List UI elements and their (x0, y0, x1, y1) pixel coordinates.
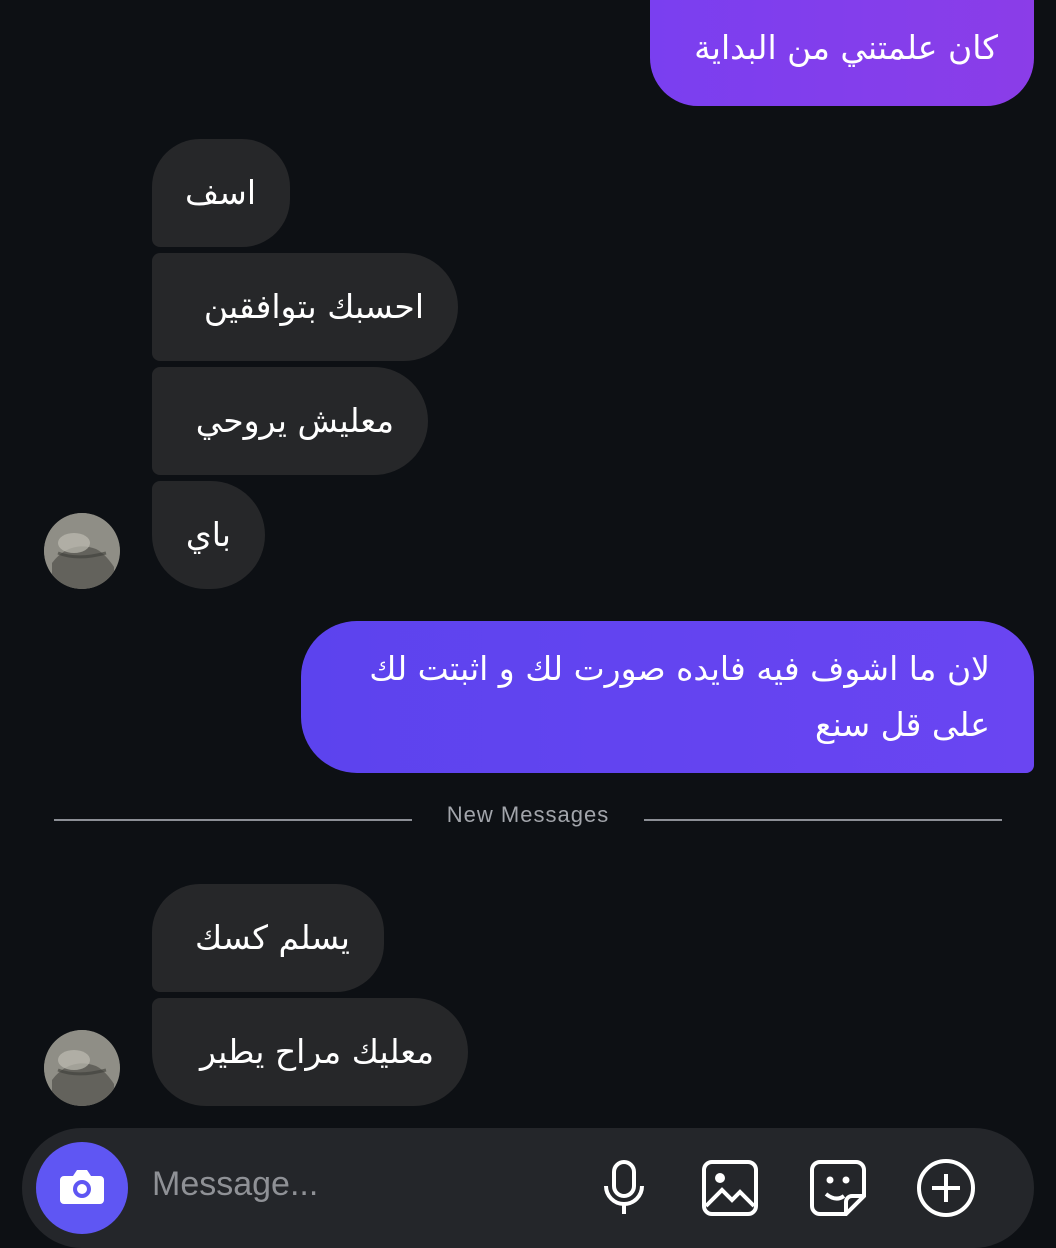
sticker-button[interactable] (806, 1156, 870, 1220)
contact-avatar[interactable] (44, 1030, 120, 1106)
gallery-icon (702, 1160, 758, 1216)
message-text-line-2: على قل سنع (814, 705, 990, 744)
avatar-image (44, 513, 120, 589)
new-messages-divider: New Messages (54, 798, 1002, 842)
message-text: يسلم كسك (195, 918, 350, 957)
message-text: معليك مراح يطير (199, 1032, 434, 1071)
add-icon (917, 1159, 975, 1217)
message-bubble-outgoing[interactable]: لان ما اشوف فيه فايده صورت لك و اثبتت لك… (301, 621, 1034, 773)
divider-line (644, 819, 1002, 821)
message-bubble-incoming[interactable]: اسف (152, 139, 290, 247)
contact-avatar[interactable] (44, 513, 120, 589)
avatar-image (44, 1030, 120, 1106)
microphone-button[interactable] (592, 1156, 656, 1220)
divider-line (54, 819, 412, 821)
message-input[interactable] (152, 1164, 572, 1204)
camera-button[interactable] (36, 1142, 128, 1234)
gallery-button[interactable] (698, 1156, 762, 1220)
add-button[interactable] (914, 1156, 978, 1220)
camera-icon (60, 1170, 104, 1204)
message-composer (22, 1128, 1034, 1248)
message-text: اسف (185, 173, 256, 212)
message-text: احسبك بتوافقين (203, 287, 424, 326)
message-bubble-incoming[interactable]: معليك مراح يطير (152, 998, 468, 1106)
message-bubble-outgoing[interactable]: كان علمتني من البداية (650, 0, 1034, 106)
message-bubble-incoming[interactable]: باي (152, 481, 265, 589)
chat-thread: كان علمتني من البداية اسف احسبك بتوافقين… (0, 0, 1056, 1248)
message-bubble-incoming[interactable]: معليش يروحي (152, 367, 428, 475)
microphone-icon (604, 1160, 644, 1214)
message-text-line-1: لان ما اشوف فيه فايده صورت لك و اثبتت لك (369, 649, 990, 688)
message-text: كان علمتني من البداية (694, 28, 998, 67)
new-messages-label: New Messages (446, 802, 610, 827)
message-bubble-incoming[interactable]: احسبك بتوافقين (152, 253, 458, 361)
message-text: معليش يروحي (195, 401, 394, 440)
message-bubble-incoming[interactable]: يسلم كسك (152, 884, 384, 992)
sticker-icon (810, 1160, 866, 1216)
message-text: باي (185, 515, 231, 554)
